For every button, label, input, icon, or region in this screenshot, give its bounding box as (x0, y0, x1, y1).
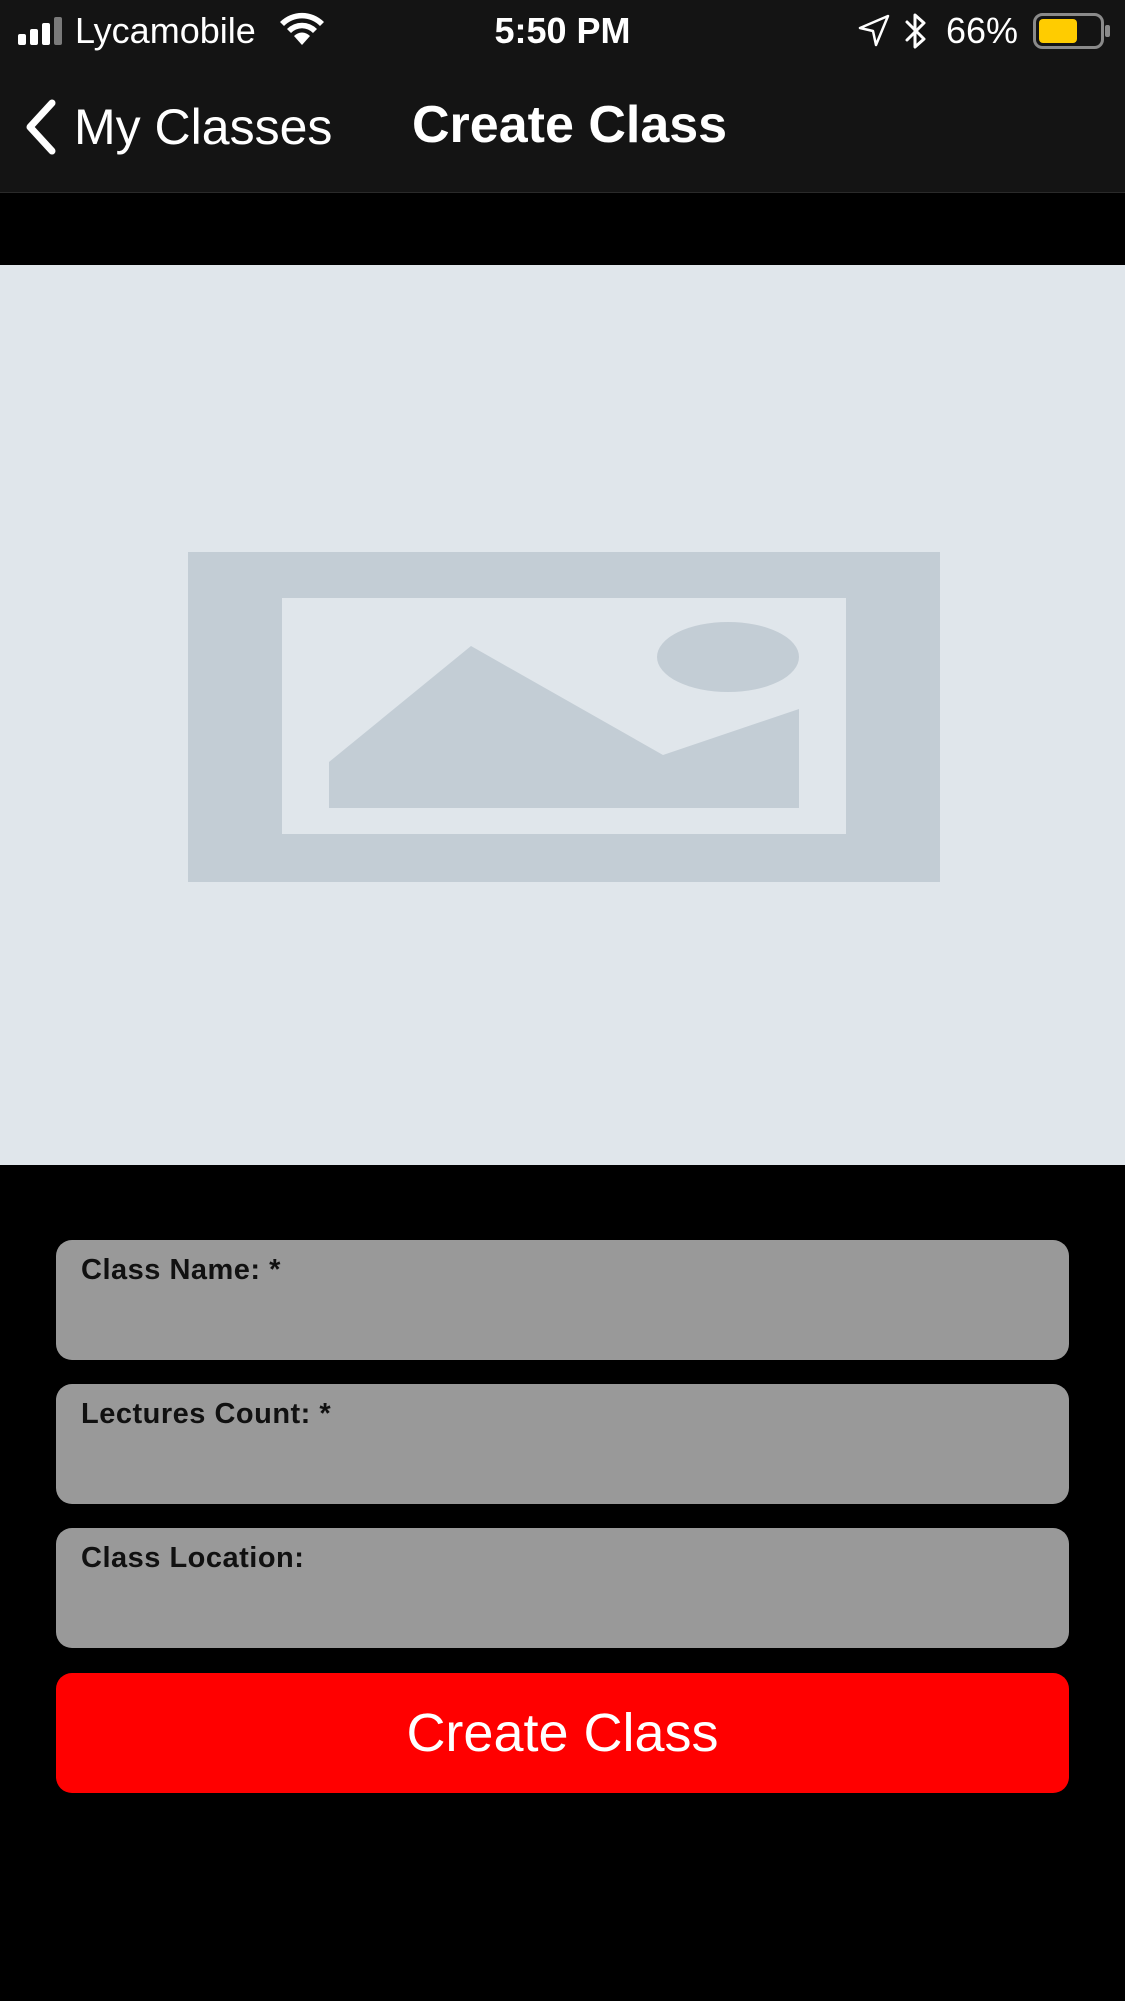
battery-icon (1033, 13, 1110, 49)
lectures-count-label: Lectures Count: * (81, 1398, 332, 1430)
image-placeholder-icon (188, 552, 940, 882)
chevron-left-icon (26, 99, 56, 155)
location-arrow-icon (858, 14, 890, 47)
lectures-count-field[interactable]: Lectures Count: * (56, 1384, 1069, 1504)
battery-percentage: 66% (946, 10, 1019, 51)
status-bar: Lycamobile 5:50 PM 66% (0, 0, 1125, 62)
create-class-button[interactable]: Create Class (56, 1673, 1069, 1793)
lectures-count-input[interactable] (81, 1442, 1041, 1492)
back-button[interactable]: My Classes (20, 92, 332, 162)
class-location-label: Class Location: (81, 1542, 305, 1574)
class-name-label: Class Name: * (81, 1254, 281, 1286)
class-name-field[interactable]: Class Name: * (56, 1240, 1069, 1360)
navigation-bar: My Classes Create Class (0, 62, 1125, 193)
class-location-field[interactable]: Class Location: (56, 1528, 1069, 1648)
class-name-input[interactable] (81, 1298, 1041, 1348)
bluetooth-icon (905, 13, 926, 49)
page-title: Create Class (412, 96, 728, 154)
back-button-label: My Classes (74, 99, 333, 155)
class-image-picker[interactable] (0, 265, 1125, 1165)
class-location-input[interactable] (81, 1586, 1041, 1636)
